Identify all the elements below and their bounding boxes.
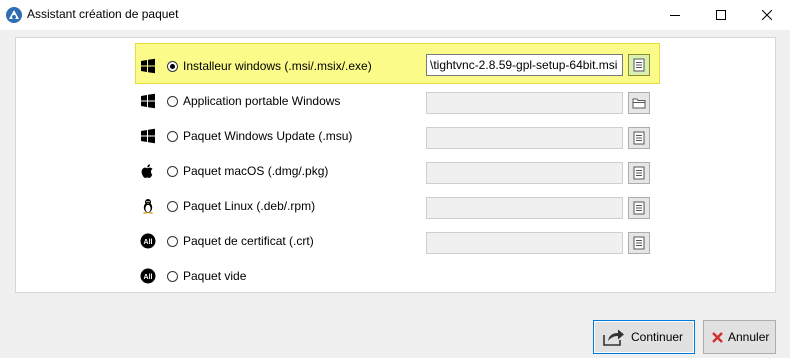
installer-path-field[interactable]: \tightvnc-2.8.59-gpl-setup-64bit.msi — [426, 54, 623, 76]
minimize-button[interactable] — [652, 0, 698, 30]
label-empty-package[interactable]: Paquet vide — [183, 269, 246, 283]
browse-installer-button[interactable] — [628, 54, 650, 76]
close-button[interactable] — [744, 0, 790, 30]
label-macos[interactable]: Paquet macOS (.dmg/.pkg) — [183, 164, 328, 178]
apple-icon — [141, 164, 153, 178]
label-portable-app[interactable]: Application portable Windows — [183, 94, 340, 108]
windows-icon — [141, 128, 155, 144]
windows-icon — [141, 58, 155, 74]
msu-path-field[interactable] — [426, 127, 623, 149]
file-icon — [633, 201, 645, 215]
portable-path-field[interactable] — [426, 92, 623, 114]
all-badge-text: All — [144, 239, 153, 246]
certificate-path-field[interactable] — [426, 232, 623, 254]
share-arrow-icon — [603, 329, 624, 346]
browse-linux-button[interactable] — [628, 197, 650, 219]
browse-msu-button[interactable] — [628, 127, 650, 149]
macos-path-field[interactable] — [426, 162, 623, 184]
radio-windows-update[interactable] — [167, 131, 178, 142]
browse-portable-button[interactable] — [628, 92, 650, 114]
file-icon — [633, 236, 645, 250]
linux-icon — [143, 199, 153, 214]
title-bar: Assistant création de paquet — [0, 0, 790, 30]
radio-portable-app[interactable] — [167, 96, 178, 107]
maximize-icon — [716, 10, 726, 20]
radio-windows-installer[interactable] — [167, 61, 178, 72]
maximize-button[interactable] — [698, 0, 744, 30]
continue-label: Continuer — [631, 330, 684, 344]
all-icon: All — [140, 233, 156, 249]
windows-icon — [141, 93, 155, 109]
browse-macos-button[interactable] — [628, 162, 650, 184]
linux-path-field[interactable] — [426, 197, 623, 219]
file-icon — [633, 166, 645, 180]
all-icon: All — [140, 268, 156, 284]
cancel-button[interactable]: Annuler — [703, 320, 776, 354]
package-type-panel: Installeur windows (.msi/.msix/.exe) \ti… — [15, 37, 776, 293]
radio-macos[interactable] — [167, 166, 178, 177]
window-title: Assistant création de paquet — [27, 7, 179, 21]
minimize-icon — [670, 15, 680, 16]
browse-certificate-button[interactable] — [628, 232, 650, 254]
cancel-label: Annuler — [728, 330, 770, 344]
all-badge-text: All — [144, 274, 153, 281]
file-icon — [633, 58, 645, 72]
label-windows-installer[interactable]: Installeur windows (.msi/.msix/.exe) — [183, 59, 372, 73]
cancel-x-icon — [712, 331, 723, 343]
close-icon — [762, 10, 772, 20]
label-linux[interactable]: Paquet Linux (.deb/.rpm) — [183, 199, 315, 213]
continue-button[interactable]: Continuer — [593, 320, 695, 354]
folder-icon — [632, 98, 646, 109]
radio-certificate[interactable] — [167, 236, 178, 247]
label-certificate[interactable]: Paquet de certificat (.crt) — [183, 234, 314, 248]
label-windows-update[interactable]: Paquet Windows Update (.msu) — [183, 129, 352, 143]
radio-linux[interactable] — [167, 201, 178, 212]
file-icon — [633, 131, 645, 145]
app-logo-icon — [6, 7, 22, 23]
radio-empty-package[interactable] — [167, 271, 178, 282]
